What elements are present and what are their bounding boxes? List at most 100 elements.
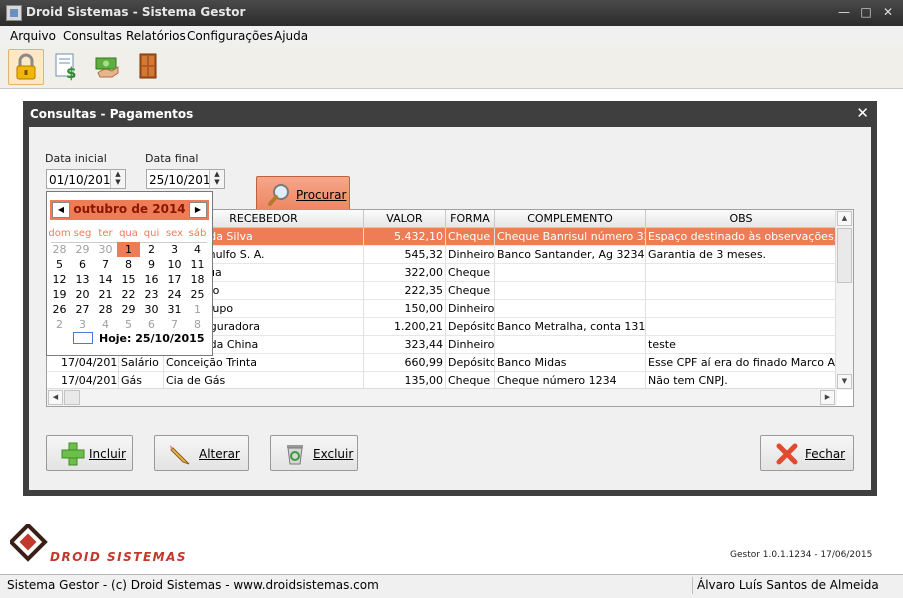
exit-door-button[interactable] xyxy=(131,49,167,85)
procurar-button[interactable]: Procurar xyxy=(256,176,350,213)
calendar-day[interactable]: 16 xyxy=(140,272,163,287)
excluir-button[interactable]: Excluir xyxy=(270,435,358,471)
calendar-day[interactable]: 20 xyxy=(71,287,94,302)
calendar-day[interactable]: 11 xyxy=(186,257,209,272)
cell-obs xyxy=(646,300,837,318)
calendar-day[interactable]: 2 xyxy=(48,317,71,332)
cell-valor: 322,00 xyxy=(364,264,446,282)
calendar-day[interactable]: 29 xyxy=(117,302,140,317)
status-divider xyxy=(692,577,693,594)
data-inicial-field[interactable]: 01/10/2014 ▲ ▼ xyxy=(46,169,126,189)
calendar-day[interactable]: 1 xyxy=(186,302,209,317)
vertical-scroll-thumb[interactable] xyxy=(837,228,852,283)
calendar-day-selected[interactable]: 1 xyxy=(117,242,140,257)
document-money-icon: $ xyxy=(55,53,76,82)
menu-consultas[interactable]: Consultas xyxy=(63,29,122,43)
menu-relatorios[interactable]: Relatórios xyxy=(126,29,186,43)
cell-forma: Cheque xyxy=(446,264,495,282)
scroll-left-icon[interactable]: ◀ xyxy=(48,390,63,405)
menu-ajuda[interactable]: Ajuda xyxy=(274,29,308,43)
calendar-day[interactable]: 12 xyxy=(48,272,71,287)
calendar-day[interactable]: 8 xyxy=(117,257,140,272)
date-picker-calendar[interactable]: ◀ outubro de 2014 ▶ dom seg ter qua qui sex sá… xyxy=(46,191,213,356)
receive-money-button[interactable] xyxy=(90,49,126,85)
close-window-button[interactable]: ✕ xyxy=(879,3,897,21)
excluir-label: Excluir xyxy=(313,447,354,461)
horizontal-scroll-thumb[interactable] xyxy=(64,390,80,405)
scroll-down-icon[interactable]: ▼ xyxy=(837,374,852,389)
payments-button[interactable]: $ xyxy=(50,49,86,85)
calendar-day[interactable]: 13 xyxy=(71,272,94,287)
calendar-day[interactable]: 15 xyxy=(117,272,140,287)
title-bar: Droid Sistemas - Sistema Gestor — □ ✕ xyxy=(0,0,903,26)
lock-button[interactable] xyxy=(8,49,44,85)
alterar-button[interactable]: Alterar xyxy=(154,435,249,471)
vertical-scrollbar[interactable]: ▲ ▼ xyxy=(835,210,853,390)
status-user-name: Álvaro Luís Santos de Almeida xyxy=(697,578,879,592)
calendar-day[interactable]: 28 xyxy=(48,242,71,257)
calendar-day[interactable]: 5 xyxy=(48,257,71,272)
calendar-day[interactable]: 31 xyxy=(163,302,186,317)
calendar-day[interactable]: 2 xyxy=(140,242,163,257)
cell-obs: teste xyxy=(646,336,837,354)
cell-complemento xyxy=(495,282,646,300)
calendar-day[interactable]: 4 xyxy=(94,317,117,332)
calendar-day[interactable]: 22 xyxy=(117,287,140,302)
calendar-today[interactable]: Hoje: 25/10/2015 xyxy=(99,332,205,345)
version-label: Gestor 1.0.1.1234 - 17/06/2015 xyxy=(730,550,873,560)
calendar-day[interactable]: 26 xyxy=(48,302,71,317)
calendar-day[interactable]: 18 xyxy=(186,272,209,287)
calendar-prev-month-icon[interactable]: ◀ xyxy=(52,202,70,218)
door-icon xyxy=(139,53,157,79)
calendar-day[interactable]: 23 xyxy=(140,287,163,302)
calendar-day[interactable]: 7 xyxy=(163,317,186,332)
calendar-month-title[interactable]: outubro de 2014 xyxy=(72,202,187,216)
maximize-button[interactable]: □ xyxy=(857,3,875,21)
calendar-day[interactable]: 3 xyxy=(163,242,186,257)
calendar-day[interactable]: 25 xyxy=(186,287,209,302)
cell-forma: Dinheiro xyxy=(446,336,495,354)
calendar-day[interactable]: 10 xyxy=(163,257,186,272)
incluir-button[interactable]: Incluir xyxy=(46,435,133,471)
table-row[interactable]: 17/04/2015 Salário Conceição Trinta 660,99 D… xyxy=(47,354,837,372)
calendar-day[interactable]: 14 xyxy=(94,272,117,287)
data-final-spinner[interactable]: ▲ ▼ xyxy=(209,170,224,188)
calendar-day[interactable]: 24 xyxy=(163,287,186,302)
column-header-forma[interactable]: FORMA xyxy=(446,210,495,228)
alterar-label: Alterar xyxy=(199,447,240,461)
calendar-day[interactable]: 6 xyxy=(140,317,163,332)
weekday-label: sáb xyxy=(188,228,207,239)
calendar-day[interactable]: 21 xyxy=(94,287,117,302)
calendar-day[interactable]: 30 xyxy=(94,242,117,257)
fechar-button[interactable]: Fechar xyxy=(760,435,854,471)
menu-arquivo[interactable]: Arquivo xyxy=(10,29,56,43)
scroll-right-icon[interactable]: ▶ xyxy=(820,390,835,405)
column-header-obs[interactable]: OBS xyxy=(646,210,837,228)
calendar-day[interactable]: 17 xyxy=(163,272,186,287)
calendar-day[interactable]: 6 xyxy=(71,257,94,272)
minimize-button[interactable]: — xyxy=(835,3,853,21)
calendar-day[interactable]: 8 xyxy=(186,317,209,332)
weekday-label: sex xyxy=(165,228,184,239)
calendar-day[interactable]: 7 xyxy=(94,257,117,272)
calendar-day[interactable]: 3 xyxy=(71,317,94,332)
today-marker-icon xyxy=(73,332,93,344)
data-inicial-spinner[interactable]: ▲ ▼ xyxy=(110,170,125,188)
column-header-valor[interactable]: VALOR xyxy=(364,210,446,228)
menu-configuracoes[interactable]: Configurações xyxy=(187,29,273,43)
calendar-day[interactable]: 4 xyxy=(186,242,209,257)
column-header-complemento[interactable]: COMPLEMENTO xyxy=(495,210,646,228)
calendar-day[interactable]: 30 xyxy=(140,302,163,317)
calendar-day[interactable]: 5 xyxy=(117,317,140,332)
calendar-next-month-icon[interactable]: ▶ xyxy=(189,202,207,218)
horizontal-scrollbar[interactable]: ◀ ▶ xyxy=(47,388,837,406)
calendar-day[interactable]: 9 xyxy=(140,257,163,272)
close-icon[interactable]: ✕ xyxy=(856,104,869,122)
calendar-day[interactable]: 27 xyxy=(71,302,94,317)
calendar-day[interactable]: 19 xyxy=(48,287,71,302)
data-final-field[interactable]: 25/10/2015 ▲ ▼ xyxy=(146,169,225,189)
calendar-day[interactable]: 29 xyxy=(71,242,94,257)
scroll-up-icon[interactable]: ▲ xyxy=(837,211,852,226)
cell-date: 17/04/2015 xyxy=(47,354,119,372)
calendar-day[interactable]: 28 xyxy=(94,302,117,317)
